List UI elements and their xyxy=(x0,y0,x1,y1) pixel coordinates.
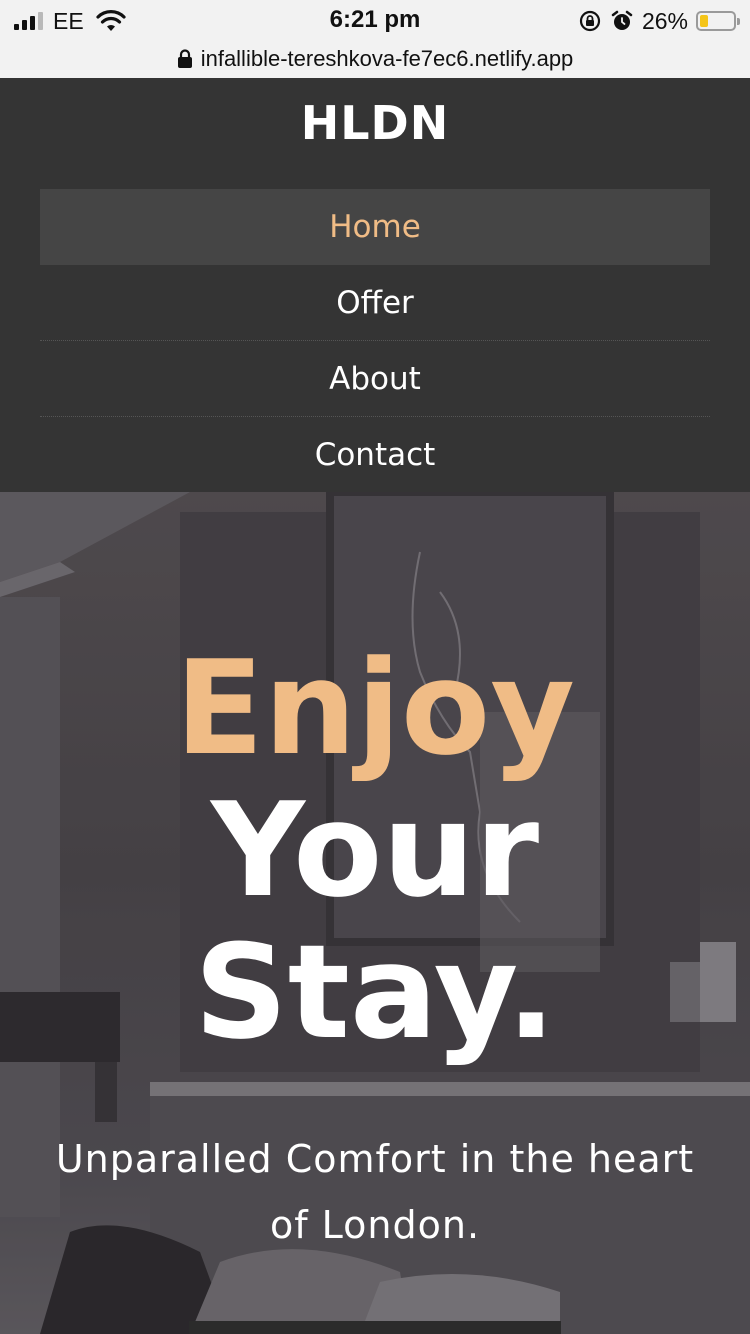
hero-subtitle: Unparalled Comfort in the heart of Londo… xyxy=(55,1137,695,1247)
lock-icon xyxy=(177,49,192,68)
battery-icon xyxy=(696,11,740,31)
battery-level xyxy=(700,15,709,27)
nav-item-offer[interactable]: Offer xyxy=(40,265,710,341)
site-header: HLDN Home Offer About Contact xyxy=(0,78,750,492)
hero-title: Enjoy Your Stay. xyxy=(0,637,750,1063)
hero-title-line3: Stay. xyxy=(194,916,556,1068)
orientation-lock-icon xyxy=(579,10,601,32)
alarm-icon xyxy=(611,10,633,30)
battery-percent: 26% xyxy=(641,7,688,34)
hero-cta-button[interactable] xyxy=(189,1321,561,1334)
hero-title-accent: Enjoy xyxy=(175,632,575,784)
url-bar[interactable]: infallible-tereshkova-fe7ec6.netlify.app xyxy=(0,40,750,78)
nav-item-about[interactable]: About xyxy=(40,341,710,417)
hero-title-line2: Your xyxy=(210,774,540,926)
nav-item-home[interactable]: Home xyxy=(40,189,710,265)
hero-section: Enjoy Your Stay. Unparalled Comfort in t… xyxy=(0,492,750,1334)
main-nav: Home Offer About Contact xyxy=(40,189,710,493)
site-logo[interactable]: HLDN xyxy=(0,96,750,150)
nav-item-contact[interactable]: Contact xyxy=(40,417,710,493)
url-text: infallible-tereshkova-fe7ec6.netlify.app xyxy=(200,46,574,71)
status-right: 26% xyxy=(578,7,740,35)
status-bar: EE 6:21 pm 26% xyxy=(0,0,750,40)
